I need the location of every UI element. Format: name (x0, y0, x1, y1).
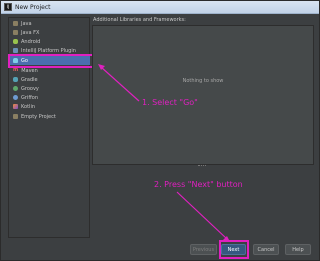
groovy-icon (13, 86, 18, 91)
list-item-gradle[interactable]: Gradle (10, 75, 90, 84)
plugin-icon (13, 48, 18, 53)
list-item-kotlin[interactable]: Kotlin (10, 102, 90, 111)
list-item-label: Java FX (21, 29, 40, 36)
list-item-label: Java (21, 20, 32, 27)
window-title: New Project (15, 3, 51, 11)
frameworks-list[interactable]: Nothing to show (92, 25, 314, 165)
list-item-label: Gradle (21, 76, 38, 83)
intellij-app-icon: IJ (4, 3, 12, 11)
empty-message: Nothing to show (182, 78, 224, 84)
title-bar: IJ New Project (1, 1, 319, 14)
list-item-java[interactable]: Java (10, 19, 90, 28)
list-item-android[interactable]: Android (10, 37, 90, 46)
list-item-label: Groovy (21, 85, 39, 92)
gradle-icon (13, 77, 18, 82)
griffon-icon (13, 95, 18, 100)
previous-button[interactable]: Previous (190, 244, 217, 255)
list-item-label: IntelliJ Platform Plugin (21, 47, 76, 54)
list-item-griffon[interactable]: Griffon (10, 93, 90, 102)
help-button[interactable]: Help (285, 244, 311, 255)
next-highlight-box (219, 240, 249, 259)
folder-icon (13, 21, 18, 26)
panel-splitter[interactable] (198, 165, 206, 167)
android-icon (13, 39, 18, 44)
new-project-dialog: IJ New Project Java Java FX Android Inte… (0, 0, 320, 261)
list-item-label: Empty Project (21, 113, 56, 120)
list-item-label: Griffon (21, 94, 38, 101)
step2-annotation: 2. Press "Next" button (154, 180, 243, 189)
frameworks-section-title: Additional Libraries and Frameworks: (93, 17, 186, 23)
list-item-label: Android (21, 38, 41, 45)
kotlin-icon (13, 104, 18, 109)
go-highlight-box (8, 54, 99, 68)
list-item-javafx[interactable]: Java FX (10, 28, 90, 37)
step1-annotation: 1. Select "Go" (142, 98, 198, 107)
maven-icon: m (13, 67, 19, 73)
list-item-empty-project[interactable]: Empty Project (10, 112, 90, 121)
cancel-button[interactable]: Cancel (253, 244, 279, 255)
list-item-label: Kotlin (21, 103, 35, 110)
frameworks-panel: Additional Libraries and Frameworks: Not… (92, 15, 318, 241)
folder-icon (13, 114, 18, 119)
list-item-label: Maven (21, 67, 38, 74)
project-type-list: Java Java FX Android IntelliJ Platform P… (8, 17, 90, 238)
folder-icon (13, 30, 18, 35)
list-item-groovy[interactable]: Groovy (10, 84, 90, 93)
